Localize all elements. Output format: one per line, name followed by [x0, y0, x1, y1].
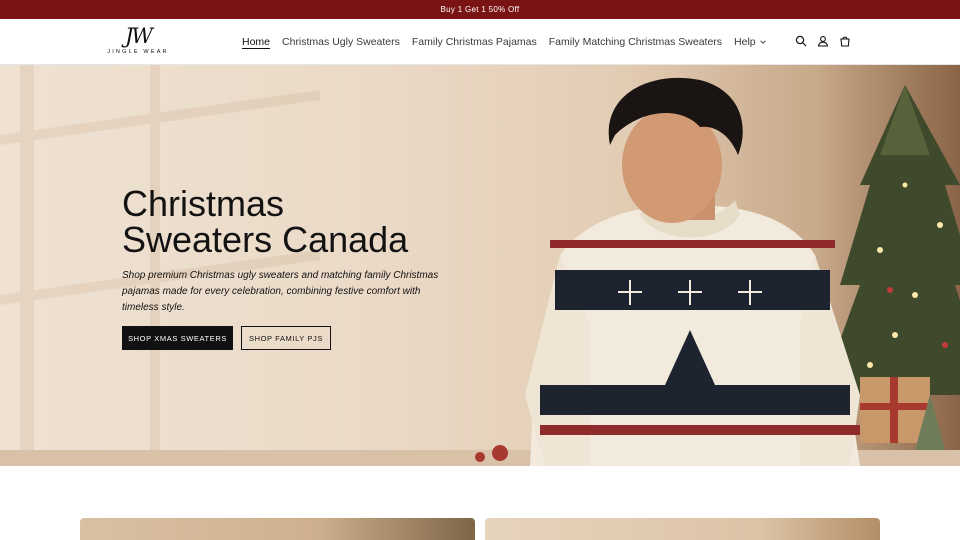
hero-title-line-1: Christmas	[122, 183, 285, 224]
nav-item-help-label: Help	[734, 35, 756, 48]
announcement-bar: Buy 1 Get 1 50% Off	[0, 0, 960, 19]
hero-banner: Christmas Sweaters Canada Shop premium C…	[0, 65, 960, 466]
chevron-down-icon	[759, 40, 766, 44]
hero-buttons: SHOP XMAS SWEATERS SHOP FAMILY PJS	[122, 326, 442, 350]
brand-logo[interactable]: JW JINGLE WEAR	[106, 25, 170, 61]
collection-card-image[interactable]	[485, 518, 880, 540]
hero-content: Christmas Sweaters Canada Shop premium C…	[122, 186, 442, 350]
site-header: JW JINGLE WEAR Home Christmas Ugly Sweat…	[0, 19, 960, 65]
shop-family-pjs-button[interactable]: SHOP FAMILY PJS	[241, 326, 331, 350]
hero-subtitle: Shop premium Christmas ugly sweaters and…	[122, 270, 439, 313]
main-nav: Home Christmas Ugly Sweaters Family Chri…	[236, 19, 773, 64]
nav-item-home[interactable]: Home	[242, 36, 270, 48]
nav-item-family-christmas-pajamas[interactable]: Family Christmas Pajamas	[412, 36, 537, 48]
model-illustration	[525, 77, 860, 466]
cart-icon	[840, 36, 850, 47]
header-icons	[793, 33, 853, 49]
search-button[interactable]	[793, 33, 809, 49]
nav-item-help[interactable]: Help	[734, 36, 767, 48]
logo-mark: JW	[124, 24, 153, 48]
collection-card-image[interactable]	[80, 518, 475, 540]
search-icon	[795, 35, 807, 47]
logo-wordmark: JINGLE WEAR	[107, 49, 169, 55]
hero-title: Christmas Sweaters Canada	[122, 186, 442, 258]
account-button[interactable]	[815, 33, 831, 49]
shop-xmas-sweaters-button[interactable]: SHOP XMAS SWEATERS	[122, 326, 233, 350]
account-icon	[817, 36, 829, 47]
nav-item-christmas-ugly-sweaters[interactable]: Christmas Ugly Sweaters	[282, 36, 400, 48]
cart-button[interactable]	[837, 33, 853, 49]
announcement-text: Buy 1 Get 1 50% Off	[440, 5, 520, 14]
hero-title-line-2: Sweaters Canada	[122, 219, 409, 260]
nav-item-family-matching-sweaters[interactable]: Family Matching Christmas Sweaters	[549, 36, 722, 48]
